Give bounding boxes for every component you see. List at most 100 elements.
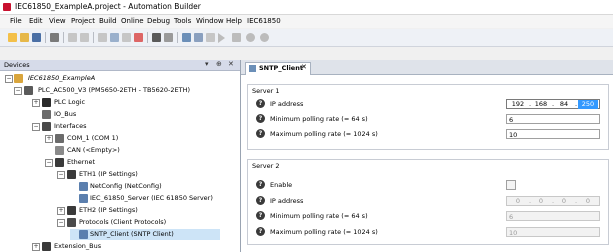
help-icon[interactable]: ? xyxy=(256,114,265,123)
server2-max-input[interactable]: 10 xyxy=(506,227,600,237)
pin-icon[interactable]: ⊕ xyxy=(216,60,222,68)
tree-item-interfaces[interactable]: − Interfaces xyxy=(0,121,240,132)
help-icon[interactable]: ? xyxy=(256,211,265,220)
collapse-icon[interactable]: − xyxy=(5,75,13,83)
tree-item-com1[interactable]: + COM_1 (COM 1) xyxy=(0,133,240,144)
help-icon[interactable]: ? xyxy=(256,196,265,205)
expand-icon[interactable]: + xyxy=(32,99,40,107)
breakpoint-icon[interactable] xyxy=(260,33,269,42)
menu-edit[interactable]: Edit xyxy=(29,17,43,25)
tree-item-protocols[interactable]: − Protocols (Client Protocols) xyxy=(0,217,240,228)
ip-octet-4: 0 xyxy=(585,197,591,205)
tree-item-iec61850-server[interactable]: IEC_61850_Server (IEC 61850 Server) xyxy=(0,193,240,204)
help-icon[interactable]: ? xyxy=(256,99,265,108)
tree-item-project[interactable]: − IEC61850_ExampleA xyxy=(0,73,240,84)
toolbar-separator xyxy=(45,32,46,43)
menu-iec61850[interactable]: IEC61850 xyxy=(247,17,281,25)
collapse-icon[interactable]: − xyxy=(57,219,65,227)
close-tab-icon[interactable]: ✕ xyxy=(301,63,307,71)
eth2-icon xyxy=(67,206,76,215)
title-bar: IEC61850_ExampleA.project - Automation B… xyxy=(0,0,613,15)
copy-icon[interactable] xyxy=(110,33,119,42)
ip-octet-1: 0 xyxy=(515,197,521,205)
menu-view[interactable]: View xyxy=(49,17,66,25)
paste-icon[interactable] xyxy=(122,33,131,42)
new-project-icon[interactable] xyxy=(8,33,17,42)
tree-item-eth1[interactable]: − ETH1 (IP Settings) xyxy=(0,169,240,180)
can-icon xyxy=(55,146,64,155)
panel-menu-icon[interactable]: ▾ xyxy=(205,60,209,68)
netconfig-icon xyxy=(79,182,88,191)
tree-item-label: CAN (<Empty>) xyxy=(67,146,120,154)
find-icon[interactable] xyxy=(152,33,161,42)
stop-icon[interactable] xyxy=(232,33,241,42)
close-icon[interactable]: ✕ xyxy=(228,60,234,68)
menu-file[interactable]: File xyxy=(10,17,22,25)
tree-item-can[interactable]: CAN (<Empty>) xyxy=(0,145,240,156)
server1-max-label: Maximum polling rate (= 1024 s) xyxy=(270,130,378,138)
tree-item-netconfig[interactable]: NetConfig (NetConfig) xyxy=(0,181,240,192)
menu-help[interactable]: Help xyxy=(226,17,242,25)
server2-title: Server 2 xyxy=(252,162,280,170)
collapse-icon[interactable]: − xyxy=(45,159,53,167)
tree-item-sntp-client[interactable]: SNTP_Client (SNTP Client) xyxy=(70,229,220,240)
project-icon xyxy=(14,74,23,83)
redo-icon[interactable] xyxy=(80,33,89,42)
extension-bus-icon xyxy=(42,242,51,251)
expand-icon[interactable]: + xyxy=(32,243,40,251)
tree-item-label: PLC Logic xyxy=(54,98,86,106)
tree-item-plc[interactable]: − PLC_AC500_V3 (PM5650-2ETH - TB5620-2ET… xyxy=(0,85,240,96)
menu-debug[interactable]: Debug xyxy=(147,17,170,25)
reset-icon[interactable] xyxy=(246,33,255,42)
tree-item-label: IO_Bus xyxy=(54,110,77,118)
tree-item-extension-bus[interactable]: + Extension_Bus xyxy=(0,241,240,252)
build-icon[interactable] xyxy=(182,33,191,42)
menu-online[interactable]: Online xyxy=(121,17,144,25)
help-icon[interactable]: ? xyxy=(256,227,265,236)
server2-ip-label: IP address xyxy=(270,197,304,205)
expand-icon[interactable]: + xyxy=(57,207,65,215)
tab-sntp-client[interactable]: SNTP_Client ✕ xyxy=(245,62,311,75)
cut-icon[interactable] xyxy=(98,33,107,42)
ethernet-icon xyxy=(55,158,64,167)
server1-max-row: ? Maximum polling rate (= 1024 s) 10 xyxy=(256,128,606,141)
server2-min-input[interactable]: 6 xyxy=(506,211,600,221)
collapse-icon[interactable]: − xyxy=(57,171,65,179)
logout-icon[interactable] xyxy=(206,33,215,42)
menu-tools[interactable]: Tools xyxy=(174,17,191,25)
help-icon[interactable]: ? xyxy=(256,129,265,138)
collapse-icon[interactable]: − xyxy=(14,87,22,95)
tree-item-io-bus[interactable]: IO_Bus xyxy=(0,109,240,120)
toolbar-separator xyxy=(63,32,64,43)
tree-item-ethernet[interactable]: − Ethernet xyxy=(0,157,240,168)
server2-max-row: ? Maximum polling rate (= 1024 s) 10 xyxy=(256,226,606,239)
server1-min-input[interactable]: 6 xyxy=(506,114,600,124)
help-icon[interactable]: ? xyxy=(256,180,265,189)
server1-ip-input[interactable]: 192 . 168 . 84 . 250 xyxy=(506,99,600,109)
server2-enable-checkbox[interactable] xyxy=(506,180,516,190)
run-icon[interactable] xyxy=(218,33,225,43)
server2-ip-input[interactable]: 0 . 0 . 0 . 0 xyxy=(506,196,600,206)
server2-min-row: ? Minimum polling rate (= 64 s) 6 xyxy=(256,211,606,224)
collapse-icon[interactable]: − xyxy=(32,123,40,131)
menu-project[interactable]: Project xyxy=(71,17,95,25)
tree-item-label: COM_1 (COM 1) xyxy=(67,134,119,142)
print-icon[interactable] xyxy=(50,33,59,42)
find-next-icon[interactable] xyxy=(164,33,173,42)
menu-window[interactable]: Window xyxy=(196,17,224,25)
tree-item-plc-logic[interactable]: + PLC Logic xyxy=(0,97,240,108)
ip-octet-3: 84 xyxy=(559,100,569,108)
tree-item-eth2[interactable]: + ETH2 (IP Settings) xyxy=(0,205,240,216)
login-icon[interactable] xyxy=(194,33,203,42)
tree-item-label: Protocols (Client Protocols) xyxy=(79,218,167,226)
open-folder-icon[interactable] xyxy=(20,33,29,42)
server1-max-input[interactable]: 10 xyxy=(506,129,600,139)
protocols-icon xyxy=(67,218,76,227)
menu-build[interactable]: Build xyxy=(99,17,117,25)
delete-icon[interactable] xyxy=(134,33,143,42)
expand-icon[interactable]: + xyxy=(45,135,53,143)
undo-icon[interactable] xyxy=(68,33,77,42)
com-port-icon xyxy=(55,134,64,143)
devices-panel-title: Devices xyxy=(4,61,30,69)
save-icon[interactable] xyxy=(32,33,41,42)
